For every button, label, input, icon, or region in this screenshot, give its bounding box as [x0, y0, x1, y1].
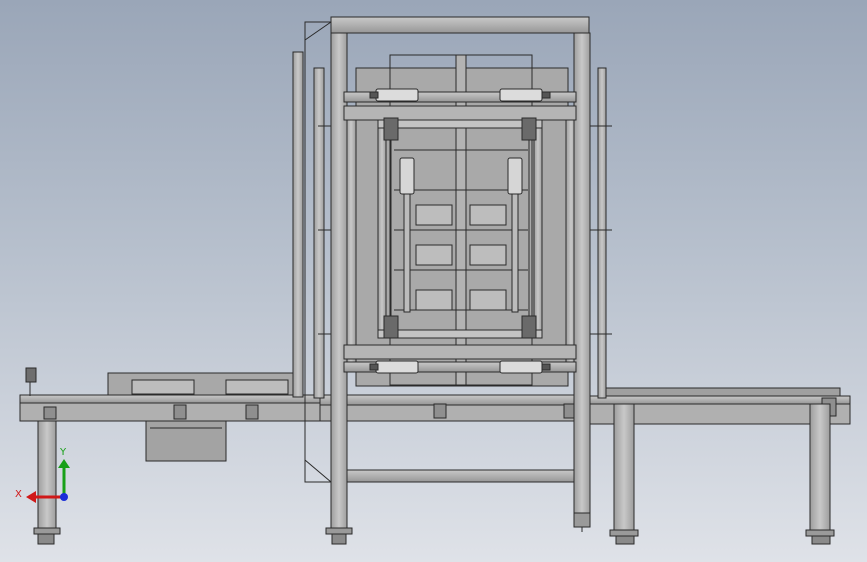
right-conveyor: [587, 387, 851, 545]
side-frame-right: [590, 67, 612, 399]
center-conveyor: [319, 394, 591, 422]
y-axis-label: Y: [59, 447, 67, 458]
machine-drawing: Y X: [15, 16, 851, 545]
left-conveyor: [19, 367, 331, 545]
cad-viewport[interactable]: Y X: [0, 0, 867, 562]
x-axis-label: X: [15, 489, 22, 500]
z-axis-point: [60, 493, 68, 501]
